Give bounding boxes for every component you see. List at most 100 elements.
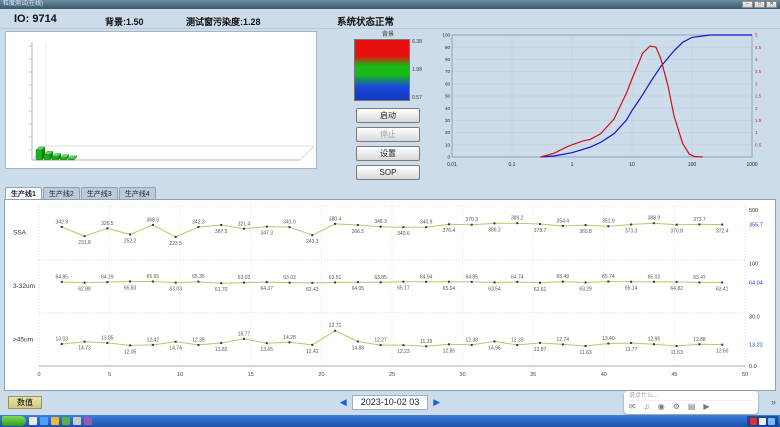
play-icon[interactable]: ▶ <box>703 402 709 412</box>
taskbar-app-icon[interactable] <box>40 417 48 425</box>
svg-text:90: 90 <box>445 45 451 50</box>
tab-production-line-4[interactable]: 生产线4 <box>119 187 156 199</box>
svg-text:63.29: 63.29 <box>579 287 592 293</box>
svg-text:63.85: 63.85 <box>374 275 387 281</box>
taskbar-app-icon[interactable] <box>73 417 81 425</box>
svg-text:13.82: 13.82 <box>215 347 228 353</box>
gear-icon[interactable]: ⚙ <box>673 402 680 412</box>
svg-text:13.22: 13.22 <box>749 343 763 349</box>
svg-text:380.4: 380.4 <box>329 216 342 222</box>
svg-text:14.74: 14.74 <box>169 346 182 352</box>
svg-text:1.5: 1.5 <box>755 118 762 123</box>
svg-text:12.74: 12.74 <box>557 337 570 343</box>
speaker-icon[interactable]: ◉ <box>658 402 665 412</box>
close-button[interactable]: ✕ <box>766 1 777 8</box>
svg-text:3: 3 <box>755 81 758 86</box>
application-window: 粒度测试(在线) ─ □ ✕ IO: 9714 背景:1.50 测试窗污染度:1… <box>0 0 780 415</box>
svg-text:100: 100 <box>442 33 450 38</box>
svg-text:223.5: 223.5 <box>169 241 182 247</box>
svg-text:63.03: 63.03 <box>238 275 251 281</box>
tab-production-line-3[interactable]: 生产线3 <box>81 187 118 199</box>
svg-text:341.0: 341.0 <box>283 220 296 226</box>
bottom-bar: 数值 ◀ 2023-10-02 03 ▶ 说点什么... ✉ ♫ ◉ ⚙ ▤ ▶… <box>0 391 780 415</box>
system-tray <box>747 416 778 426</box>
maximize-button[interactable]: □ <box>754 1 765 8</box>
svg-text:30: 30 <box>445 118 451 123</box>
svg-text:65.74: 65.74 <box>602 274 615 280</box>
message-input[interactable]: 说点什么... <box>629 392 753 401</box>
svg-text:64.05: 64.05 <box>352 286 365 292</box>
start-button-taskbar[interactable] <box>2 416 26 426</box>
stop-button[interactable]: 停止 <box>356 127 420 142</box>
svg-text:10: 10 <box>629 162 635 168</box>
svg-text:365.8: 365.8 <box>579 229 592 235</box>
svg-text:63.47: 63.47 <box>693 275 706 281</box>
svg-text:14.73: 14.73 <box>78 346 91 352</box>
svg-text:4: 4 <box>755 57 758 62</box>
tab-production-line-1[interactable]: 生产线1 <box>5 187 42 199</box>
start-button[interactable]: 启动 <box>356 108 420 123</box>
svg-text:2.5: 2.5 <box>755 94 762 99</box>
svg-text:65.17: 65.17 <box>397 286 410 292</box>
system-status: 系统状态正常 <box>337 14 394 28</box>
svg-text:366.5: 366.5 <box>352 229 365 235</box>
mic-icon[interactable]: ♫ <box>644 402 650 412</box>
tray-icon[interactable] <box>768 418 775 425</box>
svg-text:373.7: 373.7 <box>693 217 706 223</box>
folder-icon[interactable]: ▤ <box>688 402 696 412</box>
settings-button[interactable]: 设置 <box>356 146 420 161</box>
svg-text:370.3: 370.3 <box>465 217 478 223</box>
collapse-chevron-icon[interactable]: » <box>771 397 776 407</box>
taskbar-app-icon[interactable] <box>62 417 70 425</box>
taskbar-app-icon[interactable] <box>84 417 92 425</box>
minimize-button[interactable]: ─ <box>742 1 753 8</box>
svg-text:368.5: 368.5 <box>147 217 160 223</box>
svg-text:45: 45 <box>671 372 677 378</box>
colorbar-tick: 1.98 <box>412 67 422 73</box>
svg-text:386.2: 386.2 <box>488 227 501 233</box>
svg-text:63.03: 63.03 <box>169 287 182 293</box>
svg-text:367.5: 367.5 <box>215 229 228 235</box>
svg-text:346.3: 346.3 <box>374 219 387 225</box>
next-date-arrow[interactable]: ▶ <box>433 396 440 409</box>
svg-text:30: 30 <box>460 372 466 378</box>
svg-text:13.65: 13.65 <box>260 347 273 353</box>
contamination-value: 测试窗污染度:1.28 <box>186 15 261 28</box>
svg-text:0.01: 0.01 <box>447 162 457 168</box>
svg-text:1: 1 <box>571 162 574 168</box>
svg-text:20: 20 <box>318 372 324 378</box>
svg-text:321.4: 321.4 <box>238 221 251 227</box>
svg-text:376.4: 376.4 <box>443 228 456 234</box>
sop-button[interactable]: SOP <box>356 165 420 180</box>
taskbar-app-icon[interactable] <box>29 417 37 425</box>
svg-text:0.0: 0.0 <box>749 364 757 370</box>
tab-production-line-2[interactable]: 生产线2 <box>43 187 80 199</box>
svg-text:500: 500 <box>749 208 758 214</box>
tray-icon[interactable] <box>759 418 766 425</box>
svg-text:355.7: 355.7 <box>749 223 763 229</box>
date-display: 2023-10-02 03 <box>352 395 429 410</box>
tray-icon[interactable] <box>750 418 757 425</box>
floating-toolbar: 说点什么... ✉ ♫ ◉ ⚙ ▤ ▶ <box>624 391 758 414</box>
svg-text:12.42: 12.42 <box>147 337 160 343</box>
svg-text:25: 25 <box>389 372 395 378</box>
svg-text:14.96: 14.96 <box>488 345 501 351</box>
svg-text:11.63: 11.63 <box>580 350 592 356</box>
svg-text:3.5: 3.5 <box>755 69 762 74</box>
prev-date-arrow[interactable]: ◀ <box>340 396 347 409</box>
chat-icon[interactable]: ✉ <box>629 402 636 412</box>
svg-text:373.3: 373.3 <box>625 228 638 234</box>
title-bar: 粒度测试(在线) ─ □ ✕ <box>0 0 780 9</box>
svg-text:12.42: 12.42 <box>306 349 319 355</box>
production-trend-chart: 05101520253035404550342.9231.8326.5252.2… <box>4 199 776 391</box>
window-title: 粒度测试(在线) <box>3 0 741 9</box>
svg-text:64.37: 64.37 <box>260 286 273 292</box>
taskbar-app-icon[interactable] <box>51 417 59 425</box>
svg-text:4.5: 4.5 <box>755 45 762 50</box>
svg-text:13.77: 13.77 <box>625 347 638 353</box>
svg-text:50: 50 <box>742 372 748 378</box>
svg-text:16.77: 16.77 <box>238 331 251 337</box>
svg-text:65.49: 65.49 <box>557 274 570 280</box>
svg-text:11.39: 11.39 <box>420 339 432 345</box>
svg-text:63.54: 63.54 <box>488 286 501 292</box>
